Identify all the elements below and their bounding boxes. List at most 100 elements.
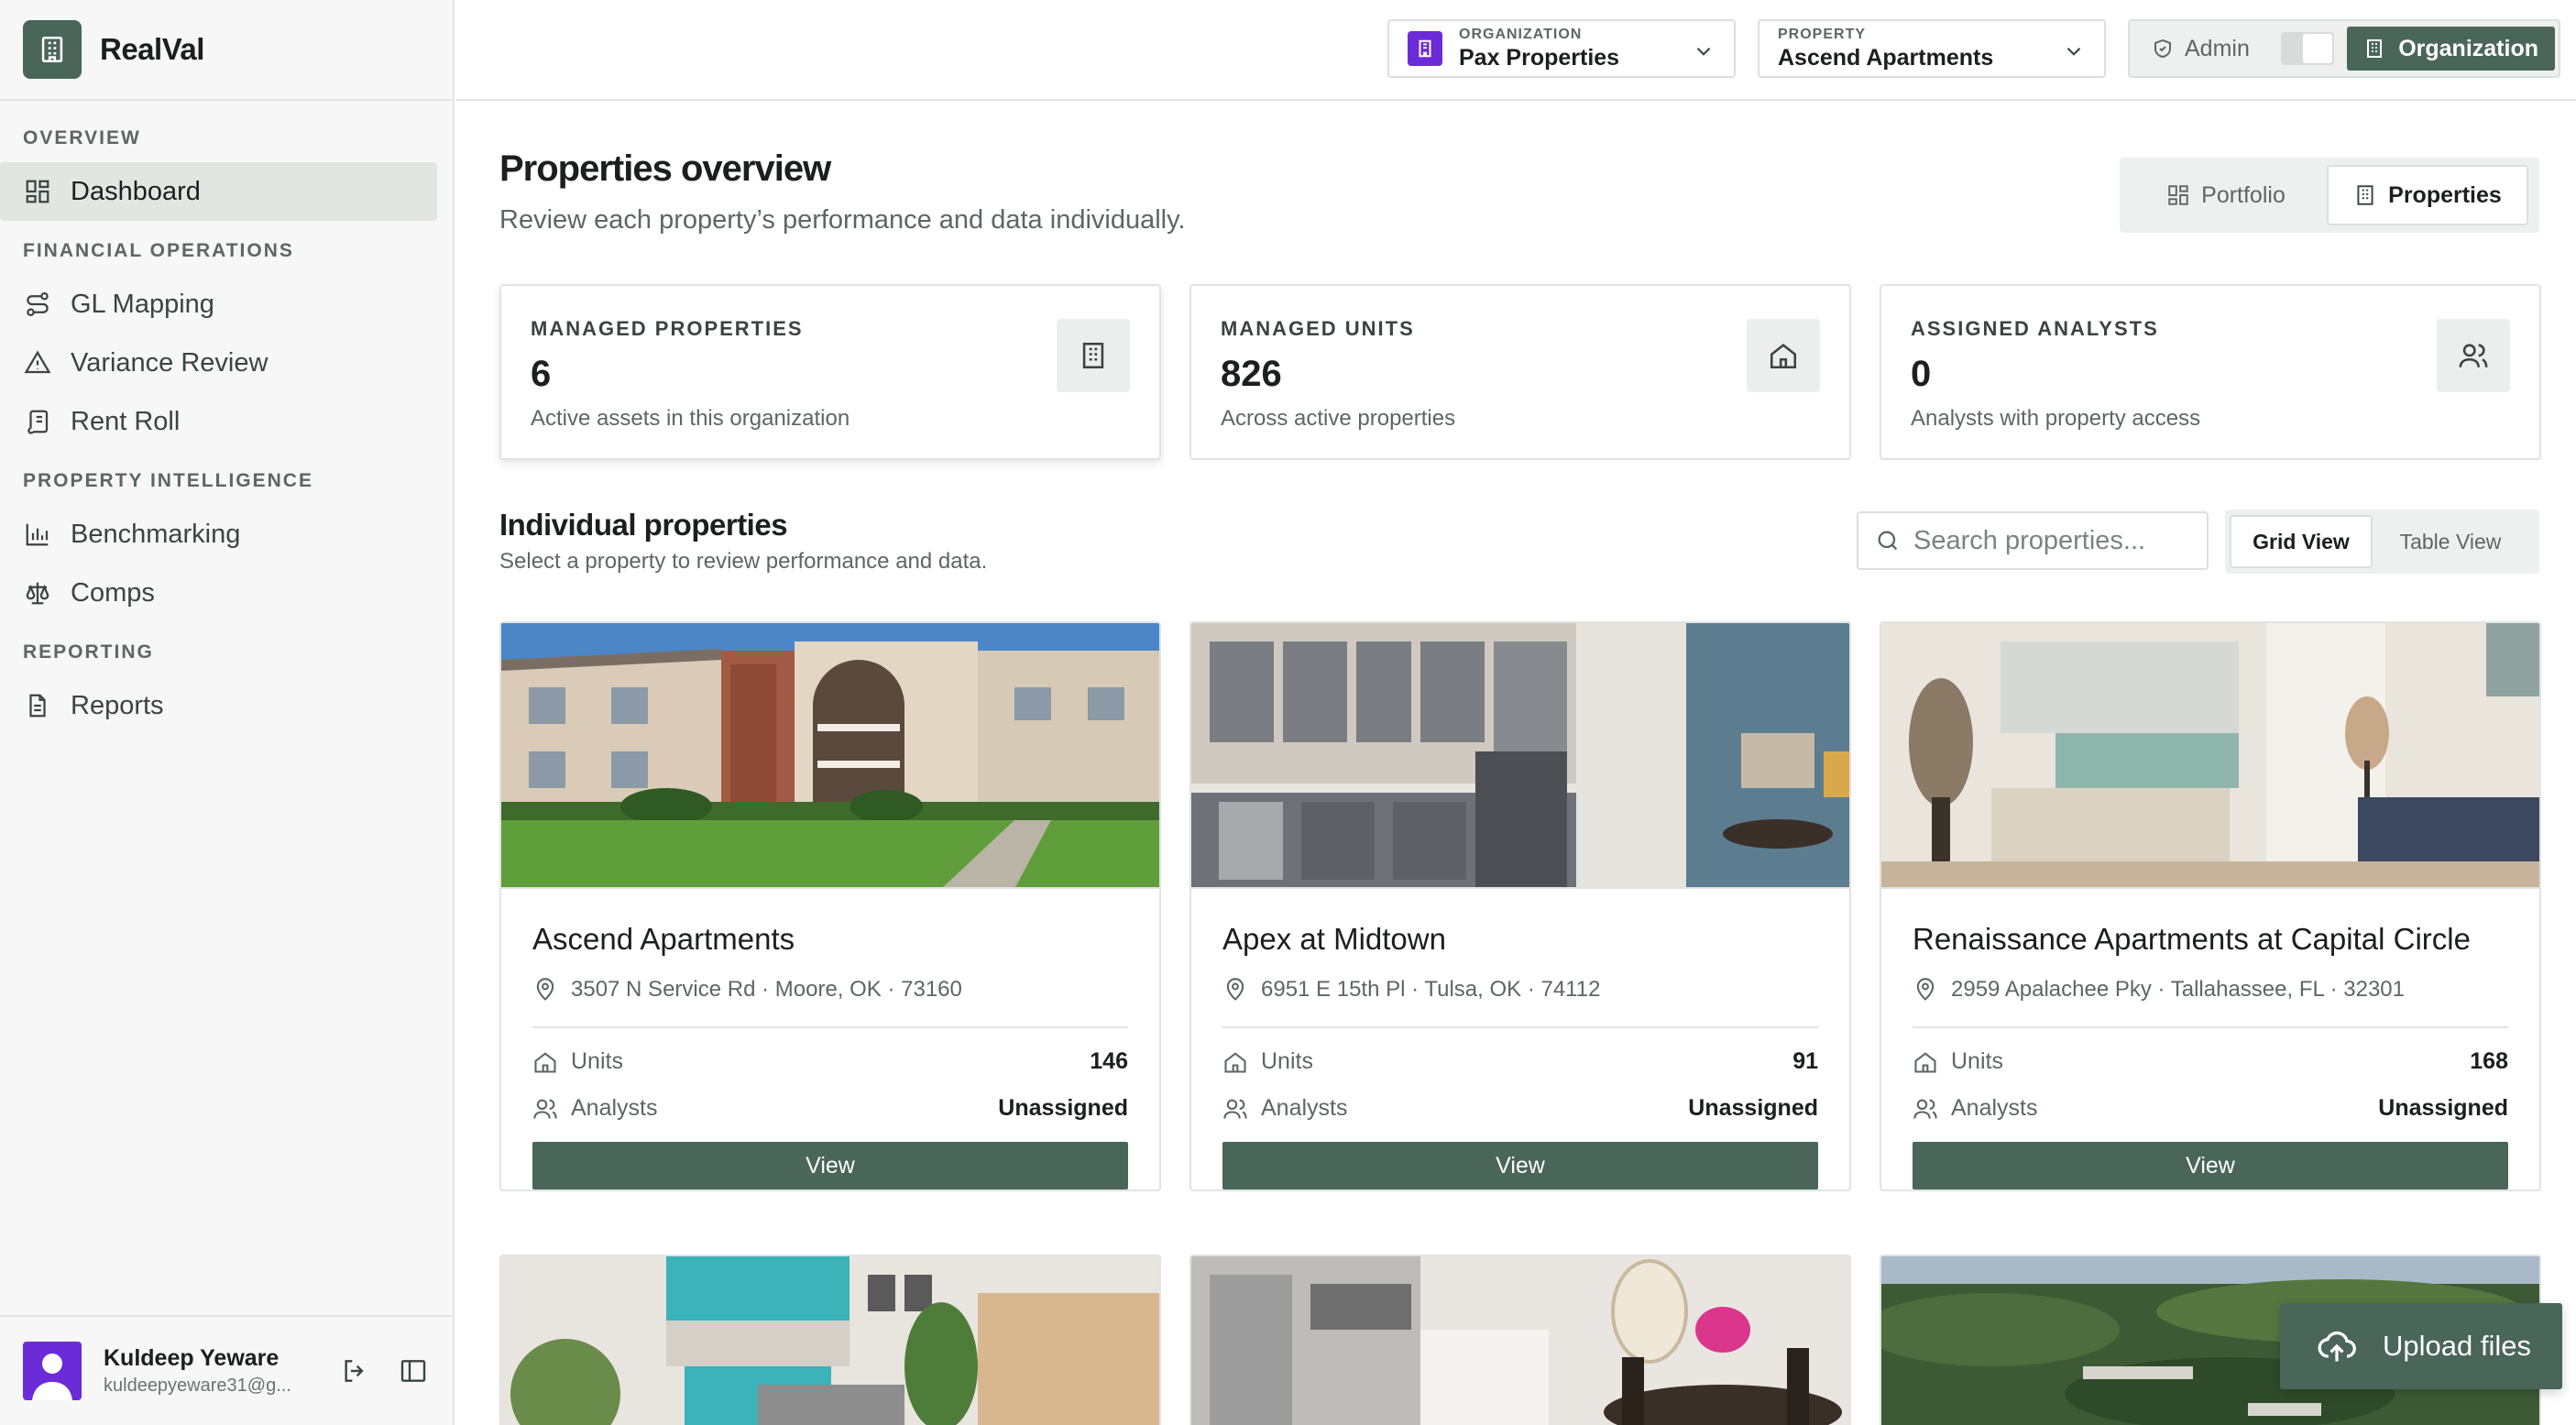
- units-label-group: Units: [532, 1048, 623, 1075]
- main-content: Properties overview Review each property…: [456, 103, 2576, 1425]
- sidebar-item-variance-review[interactable]: Variance Review: [0, 334, 437, 392]
- units-value: 168: [2470, 1048, 2508, 1074]
- stat-note: Analysts with property access: [1911, 406, 2201, 431]
- shield-icon: [2152, 38, 2174, 60]
- map-pin-icon: [532, 977, 558, 1003]
- avatar[interactable]: [23, 1342, 82, 1400]
- scale-icon: [23, 578, 52, 608]
- admin-label: Admin: [2185, 35, 2250, 61]
- property-card[interactable]: Ascend Apartments 3507 N Service Rd · Mo…: [499, 621, 1161, 1191]
- admin-mode-button[interactable]: Admin: [2133, 25, 2268, 72]
- property-photo: [1191, 623, 1849, 889]
- stat-card-assigned-analysts: ASSIGNED ANALYSTS 0 Analysts with proper…: [1880, 284, 2541, 460]
- analysts-row: Analysts Unassigned: [1913, 1095, 2508, 1122]
- sidebar-item-reports[interactable]: Reports: [0, 676, 437, 735]
- brand-name: RealVal: [100, 32, 204, 66]
- property-photo: [1881, 623, 2539, 889]
- map-pin-icon: [1222, 977, 1248, 1003]
- stat-label: ASSIGNED ANALYSTS: [1911, 317, 2159, 340]
- divider: [532, 1026, 1128, 1028]
- analysts-row: Analysts Unassigned: [1222, 1095, 1818, 1122]
- brand[interactable]: RealVal: [0, 0, 453, 101]
- view-button[interactable]: View: [1913, 1142, 2508, 1189]
- organization-selector[interactable]: ORGANIZATION Pax Properties: [1387, 19, 1736, 78]
- users-icon: [532, 1096, 558, 1122]
- warning-icon: [23, 348, 52, 378]
- analysts-label: Analysts: [1951, 1095, 2038, 1121]
- card-body: Ascend Apartments 3507 N Service Rd · Mo…: [501, 889, 1159, 1189]
- section-subtitle: Select a property to review performance …: [499, 549, 988, 574]
- mode-toggle[interactable]: [2280, 32, 2335, 65]
- brand-logo-icon: [23, 20, 82, 79]
- sidebar-item-comps[interactable]: Comps: [0, 564, 437, 622]
- home-icon: [1747, 319, 1820, 392]
- card-body: Apex at Midtown 6951 E 15th Pl · Tulsa, …: [1191, 889, 1849, 1189]
- analysts-row: Analysts Unassigned: [532, 1095, 1128, 1122]
- property-card[interactable]: Renaissance Apartments at Capital Circle…: [1880, 621, 2541, 1191]
- sidebar-item-label: Benchmarking: [71, 519, 241, 549]
- sidebar-item-gl-mapping[interactable]: GL Mapping: [0, 275, 437, 334]
- view-button[interactable]: View: [532, 1142, 1128, 1189]
- chevron-down-icon: [1692, 39, 1716, 68]
- property-label: PROPERTY: [1778, 26, 1867, 42]
- property-selector[interactable]: PROPERTY Ascend Apartments: [1758, 19, 2106, 78]
- property-card[interactable]: [1189, 1255, 1851, 1425]
- nav-section-overview: OVERVIEW: [23, 127, 141, 148]
- stat-card-managed-properties: MANAGED PROPERTIES 6 Active assets in th…: [499, 284, 1161, 460]
- view-switch: Portfolio Properties: [2120, 158, 2539, 233]
- property-card[interactable]: [499, 1255, 1161, 1425]
- units-label: Units: [571, 1048, 623, 1074]
- sidebar-toggle-icon[interactable]: [395, 1353, 432, 1389]
- analysts-label-group: Analysts: [532, 1095, 657, 1122]
- stat-label: MANAGED UNITS: [1221, 317, 1415, 340]
- user-info: Kuldeep Yeware kuldeepyeware31@g...: [104, 1345, 314, 1397]
- analysts-label-group: Analysts: [1222, 1095, 1347, 1122]
- home-icon: [1913, 1049, 1938, 1075]
- upload-files-button[interactable]: Upload files: [2280, 1303, 2562, 1389]
- units-row: Units 168: [1913, 1048, 2508, 1075]
- sidebar-nav: OVERVIEW Dashboard FINANCIAL OPERATIONS …: [0, 101, 453, 735]
- home-icon: [532, 1049, 558, 1075]
- topbar: ORGANIZATION Pax Properties PROPERTY Asc…: [456, 0, 2576, 101]
- view-button[interactable]: View: [1222, 1142, 1818, 1189]
- grid-icon: [2166, 183, 2190, 207]
- card-body: Renaissance Apartments at Capital Circle…: [1881, 889, 2539, 1189]
- portfolio-tab[interactable]: Portfolio: [2125, 165, 2327, 225]
- analysts-label: Analysts: [571, 1095, 658, 1121]
- units-label: Units: [1261, 1048, 1313, 1074]
- sidebar-item-dashboard[interactable]: Dashboard: [0, 162, 437, 221]
- property-card[interactable]: Apex at Midtown 6951 E 15th Pl · Tulsa, …: [1189, 621, 1851, 1191]
- organization-mode-button[interactable]: Organization: [2347, 27, 2555, 71]
- sidebar-item-rent-roll[interactable]: Rent Roll: [0, 392, 437, 451]
- organization-logo-icon: [1408, 31, 1442, 66]
- stat-value: 826: [1221, 354, 1282, 394]
- divider: [1913, 1026, 2508, 1028]
- property-photo: [1191, 1256, 1849, 1425]
- nav-section-financial: FINANCIAL OPERATIONS: [23, 240, 294, 261]
- search-input[interactable]: [1913, 525, 2188, 556]
- sidebar: RealVal OVERVIEW Dashboard FINANCIAL OPE…: [0, 0, 455, 1425]
- table-view-button[interactable]: Table View: [2373, 515, 2528, 568]
- nav-section-reporting: REPORTING: [23, 641, 154, 663]
- map-pin-icon: [1913, 977, 1938, 1003]
- address-text: 2959 Apalachee Pky · Tallahassee, FL · 3…: [1951, 977, 2405, 1002]
- property-address: 2959 Apalachee Pky · Tallahassee, FL · 3…: [1913, 977, 2508, 1003]
- organization-label: ORGANIZATION: [1459, 26, 1583, 42]
- user-name: Kuldeep Yeware: [104, 1345, 280, 1371]
- grid-view-button[interactable]: Grid View: [2230, 515, 2373, 568]
- units-value: 146: [1090, 1048, 1128, 1074]
- logout-icon[interactable]: [336, 1353, 373, 1389]
- organization-value: Pax Properties: [1459, 44, 1620, 71]
- analysts-value: Unassigned: [998, 1095, 1128, 1121]
- document-icon: [23, 691, 52, 720]
- user-email: kuldeepyeware31@g...: [104, 1376, 291, 1396]
- property-address: 6951 E 15th Pl · Tulsa, OK · 74112: [1222, 977, 1818, 1003]
- stat-value: 0: [1911, 354, 1932, 394]
- units-row: Units 91: [1222, 1048, 1818, 1075]
- building-icon: [2363, 38, 2385, 60]
- properties-tab[interactable]: Properties: [2327, 165, 2528, 225]
- nav-section-property-intelligence: PROPERTY INTELLIGENCE: [23, 470, 313, 491]
- sidebar-item-benchmarking[interactable]: Benchmarking: [0, 505, 437, 564]
- property-photo: [501, 623, 1159, 889]
- sidebar-item-label: Comps: [71, 577, 155, 608]
